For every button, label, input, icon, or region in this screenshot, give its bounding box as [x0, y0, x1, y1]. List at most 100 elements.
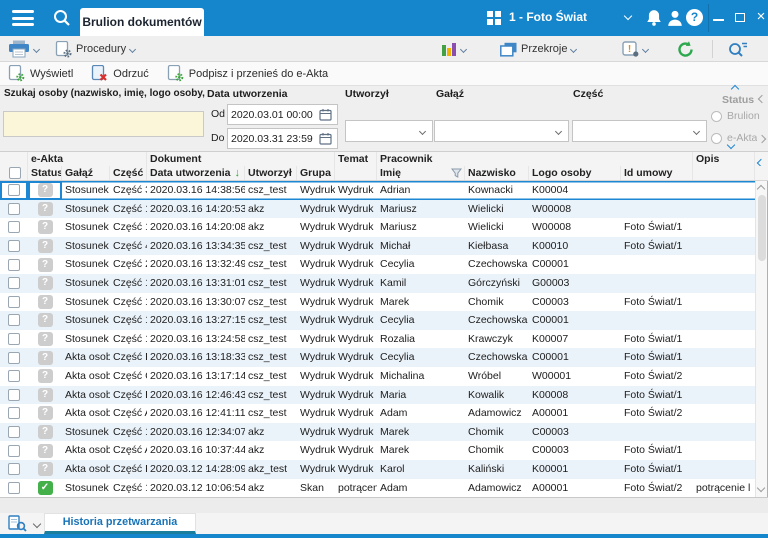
table-row[interactable]: ?StosunekCzęść 32020.03.16 14:38:56csz_t… [0, 181, 755, 200]
table-row[interactable]: ✓StosunekCzęść 12020.03.12 10:06:54akzSk… [0, 479, 755, 498]
table-row[interactable]: ?Akta osobCzęść A2020.03.16 10:37:44akzW… [0, 441, 755, 460]
column-grupa[interactable]: Grupa [297, 166, 335, 180]
utworzyl-dropdown[interactable] [345, 120, 433, 142]
table-row[interactable]: ?Akta osobCzęść B2020.03.16 13:18:33csz_… [0, 348, 755, 367]
group-pracownik[interactable]: Pracownik [377, 152, 693, 166]
vertical-scrollbar[interactable] [755, 181, 767, 497]
column-galaz[interactable]: Gałąź [62, 166, 110, 180]
table-row[interactable]: ?StosunekCzęść 42020.03.16 13:34:35csz_t… [0, 237, 755, 256]
group-temat[interactable]: Temat [335, 152, 377, 166]
table-row[interactable]: ?StosunekCzęść 12020.03.16 13:30:07csz_t… [0, 293, 755, 312]
quick-search-button[interactable] [728, 39, 748, 59]
scroll-up-icon[interactable] [757, 185, 765, 193]
row-checkbox[interactable] [8, 221, 20, 233]
column-logo-osoby[interactable]: Logo osoby [529, 166, 621, 180]
podpisz-button[interactable]: Podpisz i przenieś do e-Akta [167, 65, 328, 82]
date-to-input[interactable] [231, 133, 319, 145]
calendar-icon[interactable] [319, 132, 332, 145]
notifications-bell-icon[interactable] [645, 9, 663, 27]
column-data-utworzenia[interactable]: Data utworzenia ↓ [147, 166, 245, 180]
status-radio-eakta[interactable]: e-Akta [711, 132, 757, 144]
scroll-down-icon[interactable] [757, 484, 765, 492]
preview-chevron-down-icon[interactable] [33, 519, 41, 527]
status-scroll-left-icon[interactable] [758, 95, 766, 103]
refresh-button[interactable] [676, 39, 695, 59]
przekroje-button[interactable]: Przekroje [500, 39, 576, 59]
modules-grid-icon[interactable] [487, 11, 501, 25]
table-row[interactable]: ?StosunekCzęść 12020.03.16 14:20:08akzWy… [0, 218, 755, 237]
row-checkbox[interactable] [8, 482, 20, 494]
table-row[interactable]: ?StosunekCzęść 22020.03.16 13:32:49csz_t… [0, 255, 755, 274]
close-button[interactable]: × [750, 0, 768, 36]
radio-icon[interactable] [711, 111, 722, 122]
table-row[interactable]: ?StosunekCzęść 12020.03.16 14:20:53akzWy… [0, 200, 755, 219]
row-checkbox[interactable] [8, 277, 20, 289]
help-icon[interactable]: ? [686, 9, 703, 26]
collapse-right-panel-button[interactable] [755, 152, 768, 166]
company-selector[interactable]: 1 - Foto Świat [509, 10, 587, 24]
procedury-chevron-down-icon[interactable] [129, 45, 136, 52]
alerts-settings-button[interactable]: ! [622, 39, 648, 59]
row-checkbox[interactable] [8, 370, 20, 382]
radio-icon[interactable] [711, 133, 722, 144]
table-row[interactable]: ?StosunekCzęść 12020.03.16 12:34:07akzWy… [0, 423, 755, 442]
column-nazwisko[interactable]: Nazwisko [465, 166, 529, 180]
date-from-field[interactable] [227, 104, 338, 125]
search-icon[interactable] [52, 8, 72, 28]
row-checkbox[interactable] [8, 184, 20, 196]
row-checkbox[interactable] [8, 426, 20, 438]
alerts-chevron-down-icon[interactable] [642, 45, 649, 52]
odrzuc-button[interactable]: Odrzuć [91, 65, 148, 82]
row-checkbox[interactable] [8, 203, 20, 215]
table-row[interactable]: ?StosunekCzęść 12020.03.16 13:31:01csz_t… [0, 274, 755, 293]
chart-button[interactable] [441, 39, 466, 59]
sort-descending-icon[interactable]: ↓ [235, 166, 245, 180]
table-row[interactable]: ?Akta osobCzęść B2020.03.12 14:28:09akz_… [0, 460, 755, 479]
row-checkbox[interactable] [8, 445, 20, 457]
filter-funnel-icon[interactable] [451, 168, 462, 178]
row-checkbox[interactable] [8, 352, 20, 364]
row-checkbox[interactable] [8, 314, 20, 326]
group-e-akta[interactable]: e-Akta [28, 152, 147, 166]
row-checkbox[interactable] [8, 240, 20, 252]
column-id-umowy[interactable]: Id umowy [621, 166, 693, 180]
hamburger-menu-icon[interactable] [12, 10, 34, 26]
column-czesc[interactable]: Część [110, 166, 147, 180]
search-person-input[interactable] [3, 111, 204, 137]
preview-tool-button[interactable] [8, 515, 40, 532]
scrollbar-thumb[interactable] [758, 195, 766, 261]
row-checkbox[interactable] [8, 259, 20, 271]
print-button[interactable] [8, 39, 39, 59]
date-from-input[interactable] [231, 109, 319, 121]
column-utworzyl[interactable]: Utworzył [245, 166, 297, 180]
print-chevron-down-icon[interactable] [33, 45, 40, 52]
group-opis[interactable]: Opis [693, 152, 755, 166]
row-checkbox[interactable] [8, 296, 20, 308]
column-imie[interactable]: Imię [377, 166, 465, 180]
wyswietl-button[interactable]: Wyświetl [8, 65, 73, 82]
chart-chevron-down-icon[interactable] [460, 45, 467, 52]
table-row[interactable]: ?StosunekCzęść 12020.03.16 13:27:15csz_t… [0, 311, 755, 330]
row-checkbox[interactable] [8, 463, 20, 475]
galaz-dropdown[interactable] [434, 120, 569, 142]
row-checkbox[interactable] [8, 389, 20, 401]
table-row[interactable]: ?Akta osobCzęść B2020.03.16 12:46:43csz_… [0, 386, 755, 405]
table-row[interactable]: ?Akta osobCzęść A2020.03.16 12:41:11csz_… [0, 404, 755, 423]
date-to-field[interactable] [227, 128, 338, 149]
status-radio-brulion[interactable]: Brulion [711, 110, 760, 122]
status-scroll-right-icon[interactable] [758, 135, 766, 143]
column-status[interactable]: Status [28, 166, 62, 180]
row-checkbox[interactable] [8, 333, 20, 345]
group-dokument[interactable]: Dokument [147, 152, 335, 166]
procedury-button[interactable]: Procedury [55, 39, 135, 59]
czesc-dropdown[interactable] [572, 120, 707, 142]
calendar-icon[interactable] [319, 108, 332, 121]
tab-historia-przetwarzania[interactable]: Historia przetwarzania [44, 513, 196, 534]
user-icon[interactable] [666, 9, 684, 27]
row-checkbox[interactable] [8, 407, 20, 419]
collapse-filters-button[interactable] [727, 79, 743, 90]
table-row[interactable]: ?StosunekCzęść 12020.03.16 13:24:58csz_t… [0, 330, 755, 349]
table-row[interactable]: ?Akta osobCzęść C2020.03.16 13:17:14csz_… [0, 367, 755, 386]
minimize-button[interactable] [708, 0, 730, 36]
przekroje-chevron-down-icon[interactable] [570, 45, 577, 52]
